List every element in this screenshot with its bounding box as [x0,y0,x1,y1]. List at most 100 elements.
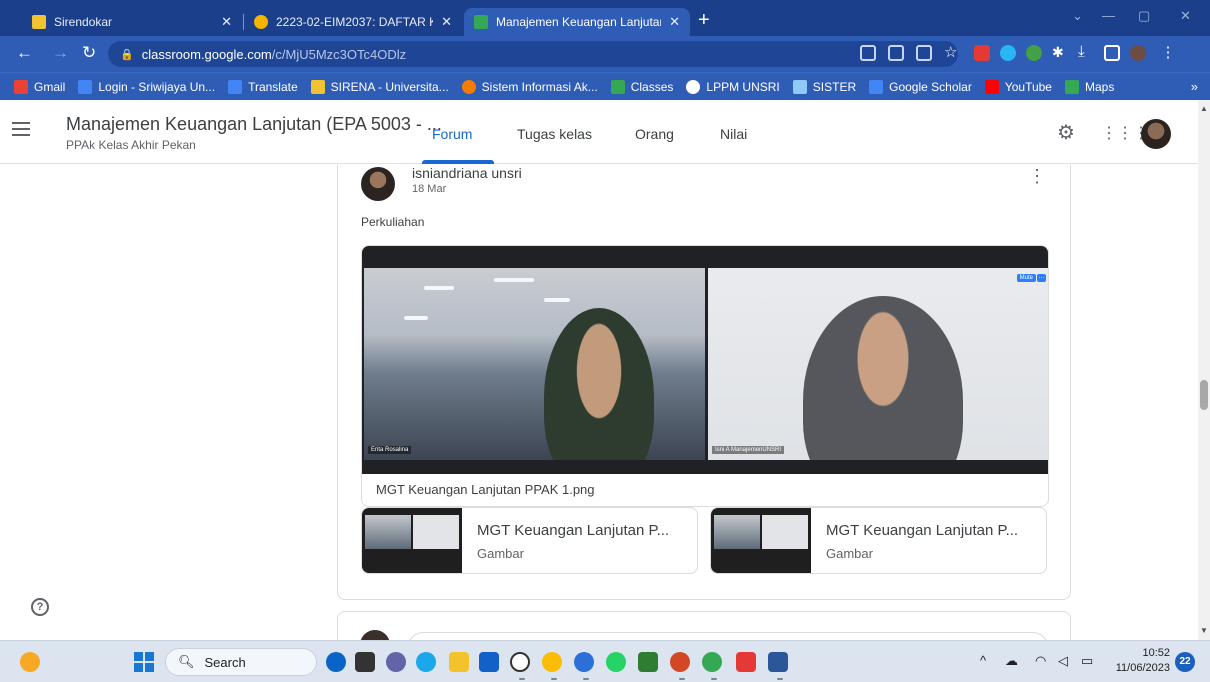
reload-icon[interactable]: ↻ [82,43,96,63]
account-avatar[interactable] [1141,119,1171,149]
wifi-icon[interactable]: ◠ [1035,653,1046,669]
bookmark-gmail[interactable]: Gmail [14,79,65,94]
forward-arrow-icon[interactable]: → [52,43,69,63]
new-tab-button[interactable]: + [698,10,710,30]
edge-icon[interactable] [416,652,436,672]
taskbar-search[interactable]: 🔍︎ Search [165,648,317,676]
bookmark-translate[interactable]: Translate [228,79,298,94]
chrome-profile-icon[interactable] [1130,45,1146,61]
attachment-card[interactable]: MGT Keuangan Lanjutan P... Gambar [710,507,1047,574]
bing-icon[interactable] [326,652,346,672]
class-title[interactable]: Manajemen Keuangan Lanjutan (EPA 5003 - … [66,114,442,135]
participant-person [803,296,963,460]
main-menu-icon[interactable] [12,122,30,136]
bookmark-maps[interactable]: Maps [1064,79,1115,94]
tab-search-icon[interactable]: ⌄ [1072,8,1083,24]
chrome-icon[interactable] [542,652,562,672]
bookmark-label: Google Scholar [889,79,972,94]
task-view-icon[interactable] [355,652,375,672]
browser-tab-classroom[interactable]: Manajemen Keuangan Lanjutan ( ✕ [464,8,690,36]
grammarly-icon[interactable] [1026,45,1042,61]
bookmark-label: Maps [1084,79,1115,94]
extensions-puzzle-icon[interactable]: ✱ [1052,44,1068,60]
chrome-profile-app-icon[interactable] [702,652,722,672]
tab-title: 2223-02-EIM2037: DAFTAR KEHA [276,15,433,29]
classroom-favicon-icon [474,15,488,29]
lock-icon: 🔒 [120,48,134,61]
translate-icon[interactable] [888,45,904,61]
post-options-icon[interactable]: ⋮ [1028,167,1046,185]
more-bookmarks-icon[interactable]: » [1191,79,1198,94]
comment-input[interactable] [408,632,1048,640]
page-scrollbar[interactable]: ▲ ▼ [1198,100,1210,640]
back-arrow-icon[interactable]: ← [16,43,33,63]
show-hidden-icons-icon[interactable]: ^ [980,653,986,668]
sistem-informasi-icon [461,79,476,94]
side-panel-icon[interactable] [1104,45,1120,61]
bookmark-star-icon[interactable]: ☆ [944,43,960,61]
bookmark-lppm-unsri[interactable]: LPPM UNSRI [686,79,780,94]
word-icon[interactable] [768,652,788,672]
window-close-icon[interactable]: ✕ [1180,8,1191,24]
maps-icon [1064,79,1079,94]
acrobat-extension-icon[interactable] [974,45,990,61]
minimize-icon[interactable]: — [1102,8,1115,23]
bookmark-google-scholar[interactable]: Google Scholar [869,79,972,94]
download-icon[interactable]: ⤓ [1078,43,1094,60]
participant-video-right: Mute ··· Isni A ManajemenUNSRI [708,268,1048,460]
settings-gear-icon[interactable]: ⚙ [1057,123,1075,143]
attachment-card[interactable]: MGT Keuangan Lanjutan P... Gambar [361,507,698,574]
browser-tab-strip: Sirendokar ✕ 2223-02-EIM2037: DAFTAR KEH… [0,0,1210,36]
close-tab-icon[interactable]: ✕ [661,14,680,30]
acrobat-icon[interactable] [736,652,756,672]
system-clock[interactable]: 10:52 11/06/2023 [1110,646,1170,676]
volume-icon[interactable]: ◁ [1058,653,1068,669]
image-attachment[interactable]: Erita Rosalina Mute ··· Isni A Manajemen… [361,245,1049,507]
battery-icon[interactable]: ▭ [1081,653,1093,669]
powerpoint-icon[interactable] [670,652,690,672]
teams-chat-icon[interactable] [386,652,406,672]
onedrive-icon[interactable]: ☁ [1005,653,1018,669]
file-explorer-icon[interactable] [449,652,469,672]
class-stream: isniandriana unsri 18 Mar ⋮ Perkuliahan … [0,165,1198,640]
sirena-icon [310,79,325,94]
browser-tab-sirendokar[interactable]: Sirendokar ✕ [22,8,242,36]
bookmark-classes[interactable]: Classes [610,79,674,94]
bookmark-youtube[interactable]: YouTube [984,79,1052,94]
bookmark-login-sriwijaya[interactable]: Login - Sriwijaya Un... [78,79,215,94]
install-app-icon[interactable] [860,45,876,61]
close-tab-icon[interactable]: ✕ [433,14,452,30]
bookmark-label: Classes [630,79,674,94]
dell-icon[interactable] [510,652,530,672]
extension-icon[interactable] [1000,45,1016,61]
scroll-thumb[interactable] [1200,380,1208,410]
youtube-icon [984,79,999,94]
close-tab-icon[interactable]: ✕ [213,14,232,30]
tab-orang[interactable]: Orang [635,126,674,142]
chrome-menu-icon[interactable]: ⋮ [1160,43,1176,61]
mail-icon[interactable] [479,652,499,672]
bookmark-sistem-informasi[interactable]: Sistem Informasi Ak... [461,79,598,94]
tab-tugas-kelas[interactable]: Tugas kelas [517,126,592,142]
tab-nilai[interactable]: Nilai [720,126,747,142]
bookmark-label: LPPM UNSRI [706,79,780,94]
tab-title: Sirendokar [54,15,113,29]
start-button[interactable] [134,652,154,672]
mute-button: Mute [1016,274,1036,282]
scroll-down-icon[interactable]: ▼ [1200,626,1208,635]
tab-forum[interactable]: Forum [432,126,472,142]
weather-widget-icon[interactable] [20,652,40,672]
photos-icon[interactable] [638,652,658,672]
maximize-icon[interactable]: ▢ [1138,8,1150,24]
help-icon[interactable]: ? [31,598,49,616]
whatsapp-icon[interactable] [606,652,626,672]
bookmark-sister[interactable]: SISTER [792,79,856,94]
bookmark-sirena[interactable]: SIRENA - Universita... [310,79,449,94]
search-label: Search [204,654,246,670]
browser-tab-daftar-kehadiran[interactable]: 2223-02-EIM2037: DAFTAR KEHA ✕ [244,8,462,36]
notification-badge[interactable]: 22 [1175,652,1195,672]
share-icon[interactable] [916,45,932,61]
zoom-icon[interactable] [574,652,594,672]
address-bar[interactable]: 🔒 classroom.google.com/c/MjU5Mzc3OTc4ODl… [108,41,958,67]
scroll-up-icon[interactable]: ▲ [1200,104,1208,113]
